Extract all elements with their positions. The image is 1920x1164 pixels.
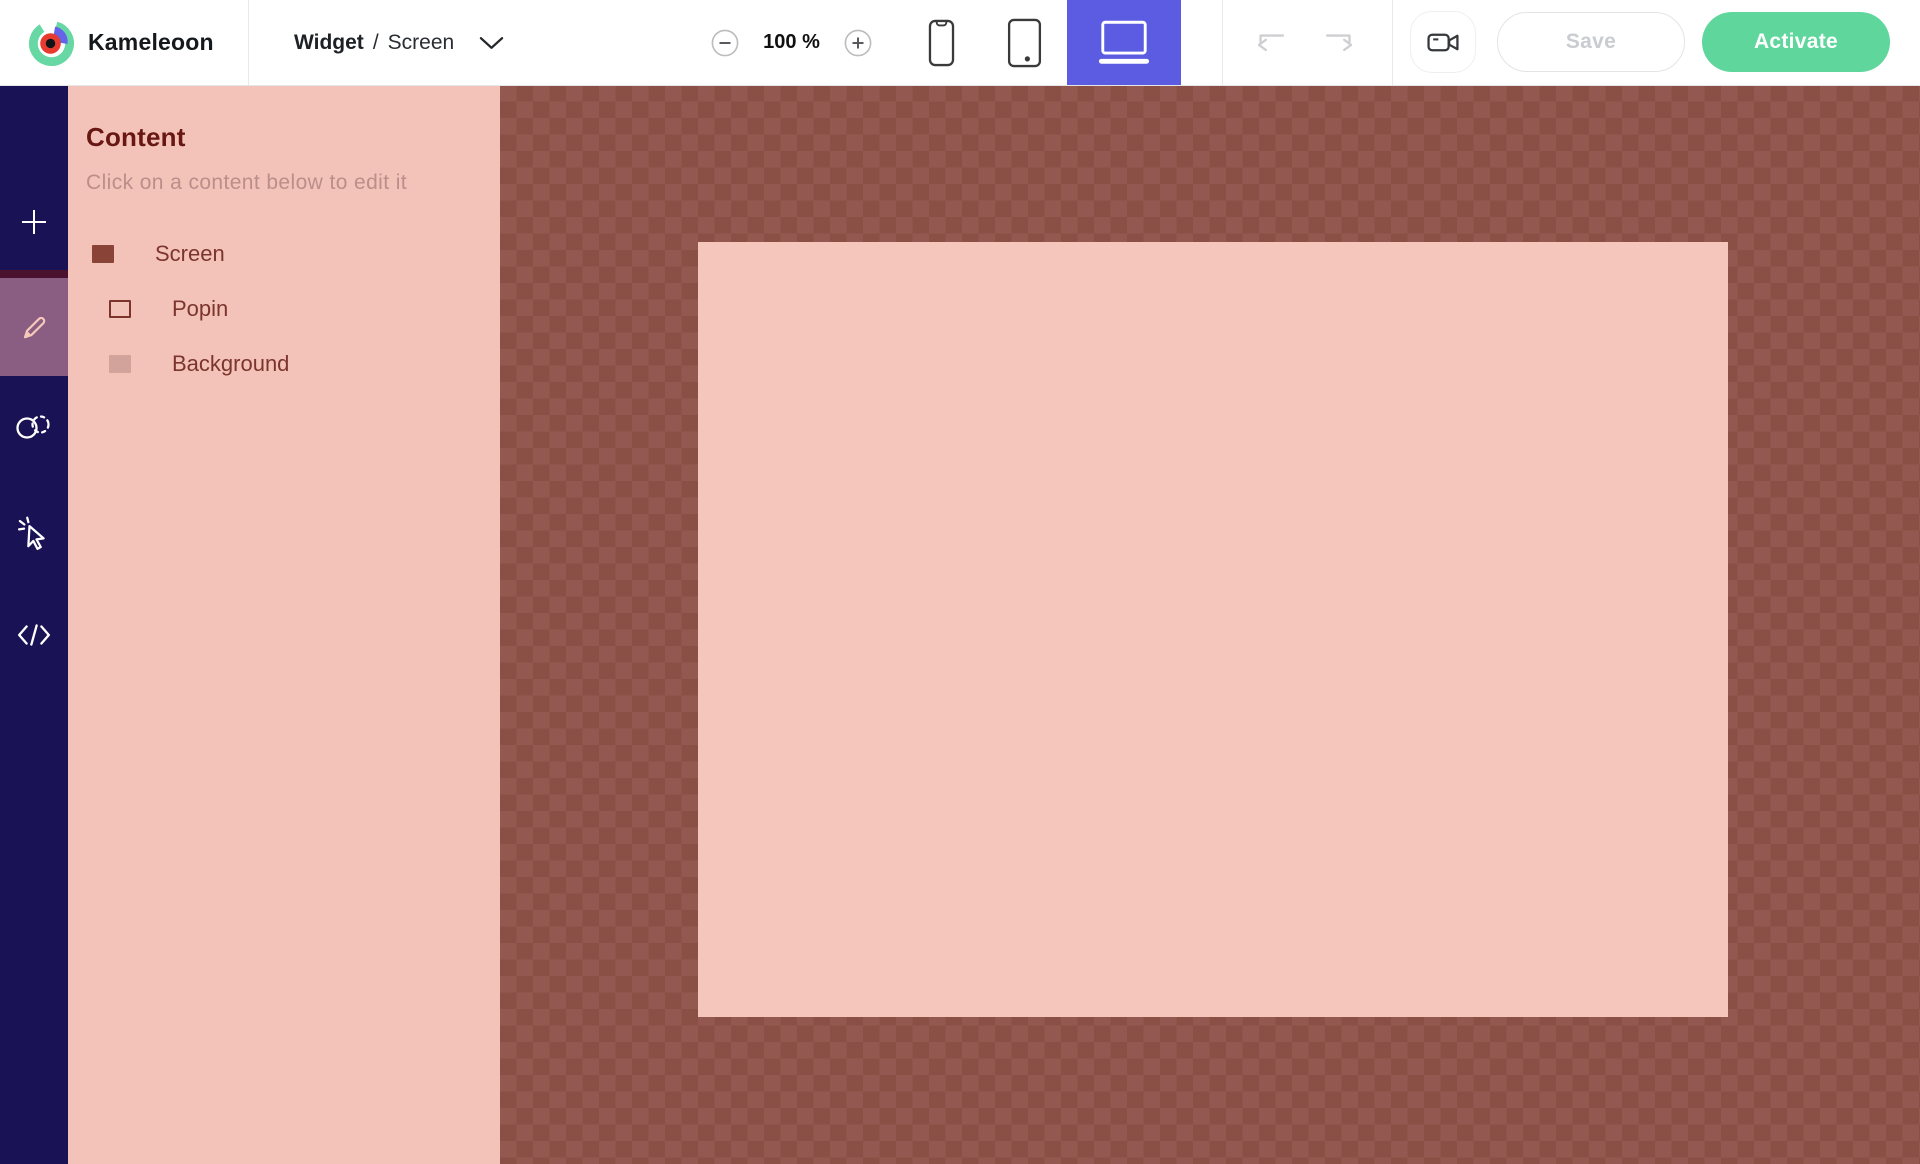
edit-pencil-icon xyxy=(19,312,49,342)
targeting-tool[interactable] xyxy=(0,391,68,463)
topbar-divider xyxy=(1392,0,1393,85)
top-bar: Kameleoon Widget / Screen xyxy=(0,0,1920,86)
content-item-popin[interactable]: Popin xyxy=(68,281,500,336)
undo-button[interactable] xyxy=(1244,0,1294,85)
desktop-icon xyxy=(1097,20,1151,65)
zoom-out-button[interactable] xyxy=(711,29,739,57)
brand: Kameleoon xyxy=(28,0,214,85)
topbar-divider xyxy=(248,0,249,85)
screen-color-swatch xyxy=(92,245,114,263)
content-item-background[interactable]: Background xyxy=(68,336,500,391)
redo-icon xyxy=(1323,31,1359,55)
code-editor-tool[interactable] xyxy=(0,599,68,671)
device-desktop-button[interactable] xyxy=(1067,0,1181,85)
panel-title: Content xyxy=(86,122,500,153)
phone-icon xyxy=(928,19,955,67)
topbar-divider xyxy=(1222,0,1223,85)
plus-icon xyxy=(20,208,48,236)
content-item-screen[interactable]: Screen xyxy=(68,226,500,281)
zoom-level: 100 % xyxy=(739,31,844,54)
background-color-swatch xyxy=(109,355,131,373)
zoom-in-icon xyxy=(844,29,872,57)
edit-content-tool[interactable] xyxy=(0,278,68,376)
breadcrumb-separator: / xyxy=(373,31,379,55)
content-item-label: Screen xyxy=(155,241,225,267)
popin-color-swatch xyxy=(109,300,131,318)
content-panel: Content Click on a content below to edit… xyxy=(68,85,500,1164)
device-mobile-button[interactable] xyxy=(912,0,970,85)
zoom-out-icon xyxy=(711,29,739,57)
sidebar-divider xyxy=(0,270,68,278)
interaction-tool[interactable] xyxy=(0,497,68,569)
undo-icon xyxy=(1251,31,1287,55)
circles-icon xyxy=(14,412,54,442)
zoom-in-button[interactable] xyxy=(844,29,872,57)
device-tablet-button[interactable] xyxy=(995,0,1053,85)
editor-canvas[interactable] xyxy=(500,85,1920,1164)
chevron-down-icon xyxy=(479,36,504,50)
save-button[interactable]: Save xyxy=(1497,12,1685,72)
tablet-icon xyxy=(1007,18,1042,68)
kameleoon-editor: Kameleoon Widget / Screen xyxy=(0,0,1920,1164)
tool-sidebar xyxy=(0,85,68,1164)
redo-button[interactable] xyxy=(1316,0,1366,85)
code-icon xyxy=(16,622,52,648)
record-preview-button[interactable] xyxy=(1410,11,1476,73)
activate-button[interactable]: Activate xyxy=(1702,12,1890,72)
content-item-label: Popin xyxy=(172,296,228,322)
brand-name: Kameleoon xyxy=(88,29,214,56)
popin-preview[interactable] xyxy=(698,242,1728,1017)
panel-subtitle: Click on a content below to edit it xyxy=(86,171,500,195)
zoom-controls: 100 % xyxy=(711,0,872,85)
add-widget-tool[interactable] xyxy=(0,186,68,258)
breadcrumb-section: Widget xyxy=(294,31,364,55)
camera-icon xyxy=(1427,30,1460,55)
kameleoon-logo xyxy=(28,19,75,66)
content-item-label: Background xyxy=(172,351,289,377)
breadcrumb-current: Screen xyxy=(388,31,455,55)
pointer-click-icon xyxy=(18,516,50,551)
breadcrumb[interactable]: Widget / Screen xyxy=(294,0,504,85)
content-list: Screen Popin Background xyxy=(68,226,500,391)
